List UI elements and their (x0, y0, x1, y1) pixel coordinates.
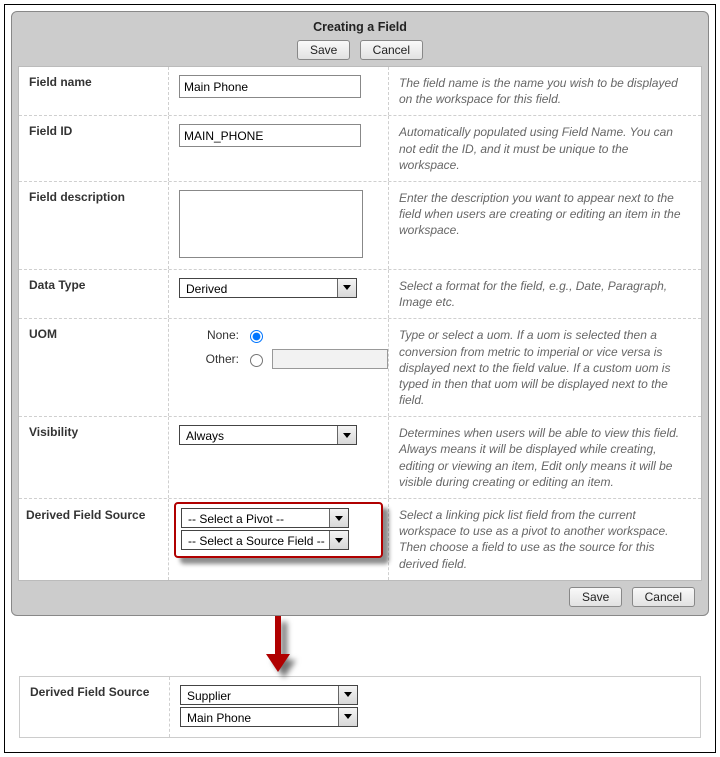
description-input[interactable] (179, 190, 363, 258)
cancel-button-bottom[interactable]: Cancel (632, 587, 695, 607)
label-derived-after: Derived Field Source (20, 677, 170, 737)
top-button-row: Save Cancel (18, 40, 702, 66)
help-field-id: Automatically populated using Field Name… (389, 116, 701, 181)
visibility-value: Always (186, 429, 224, 443)
chevron-down-icon (338, 686, 357, 704)
form-body: Field name The field name is the name yo… (18, 66, 702, 581)
label-uom: UOM (19, 319, 169, 416)
help-derived: Select a linking pick list field from th… (389, 499, 701, 580)
row-visibility: Visibility Always Determines when users … (19, 417, 701, 499)
row-data-type: Data Type Derived Select a format for th… (19, 270, 701, 319)
row-derived: Derived Field Source -- Select a Pivot -… (19, 499, 701, 580)
uom-none-line: None: (179, 327, 378, 343)
after-source-select[interactable]: Main Phone (180, 707, 358, 727)
row-derived-after: Derived Field Source Supplier Main Phone (20, 677, 700, 737)
arrow-zone (11, 616, 709, 676)
derived-pivot-select[interactable]: -- Select a Pivot -- (181, 508, 349, 528)
after-pivot-select[interactable]: Supplier (180, 685, 358, 705)
help-field-name: The field name is the name you wish to b… (389, 67, 701, 115)
dialog-title: Creating a Field (18, 16, 702, 40)
label-field-id: Field ID (19, 116, 169, 181)
save-button-bottom[interactable]: Save (569, 587, 622, 607)
row-description: Field description Enter the description … (19, 182, 701, 270)
bottom-button-row: Save Cancel (18, 581, 702, 609)
visibility-select[interactable]: Always (179, 425, 357, 445)
help-uom: Type or select a uom. If a uom is select… (389, 319, 701, 416)
chevron-down-icon (337, 279, 356, 297)
label-data-type: Data Type (19, 270, 169, 318)
creating-field-dialog: Creating a Field Save Cancel Field name … (11, 11, 709, 616)
help-data-type: Select a format for the field, e.g., Dat… (389, 270, 701, 318)
label-description: Field description (19, 182, 169, 269)
uom-other-line: Other: (179, 349, 378, 369)
chevron-down-icon (338, 708, 357, 726)
derived-highlight: -- Select a Pivot -- -- Select a Source … (174, 502, 383, 558)
help-description: Enter the description you want to appear… (389, 182, 701, 269)
derived-pivot-value: -- Select a Pivot -- (188, 512, 284, 526)
chevron-down-icon (329, 531, 348, 549)
after-source-value: Main Phone (187, 711, 251, 725)
label-visibility: Visibility (19, 417, 169, 498)
field-name-input[interactable] (179, 75, 361, 98)
derived-after-example: Derived Field Source Supplier Main Phone (19, 676, 701, 738)
label-field-name: Field name (19, 67, 169, 115)
uom-other-radio[interactable] (250, 354, 263, 367)
uom-other-label: Other: (199, 352, 239, 366)
arrow-down-icon (266, 616, 290, 674)
chevron-down-icon (337, 426, 356, 444)
data-type-value: Derived (186, 282, 227, 296)
data-type-select[interactable]: Derived (179, 278, 357, 298)
row-field-id: Field ID Automatically populated using F… (19, 116, 701, 182)
derived-source-select[interactable]: -- Select a Source Field -- (181, 530, 349, 550)
uom-none-label: None: (199, 328, 239, 342)
uom-other-input[interactable] (272, 349, 388, 369)
row-field-name: Field name The field name is the name yo… (19, 67, 701, 116)
uom-none-radio[interactable] (250, 330, 263, 343)
cancel-button-top[interactable]: Cancel (360, 40, 423, 60)
help-visibility: Determines when users will be able to vi… (389, 417, 701, 498)
label-derived: Derived Field Source (24, 502, 163, 528)
row-uom: UOM None: Other: Type or select a uom. I… (19, 319, 701, 417)
chevron-down-icon (329, 509, 348, 527)
save-button-top[interactable]: Save (297, 40, 350, 60)
field-id-input[interactable] (179, 124, 361, 147)
derived-source-value: -- Select a Source Field -- (188, 534, 325, 548)
after-pivot-value: Supplier (187, 689, 231, 703)
